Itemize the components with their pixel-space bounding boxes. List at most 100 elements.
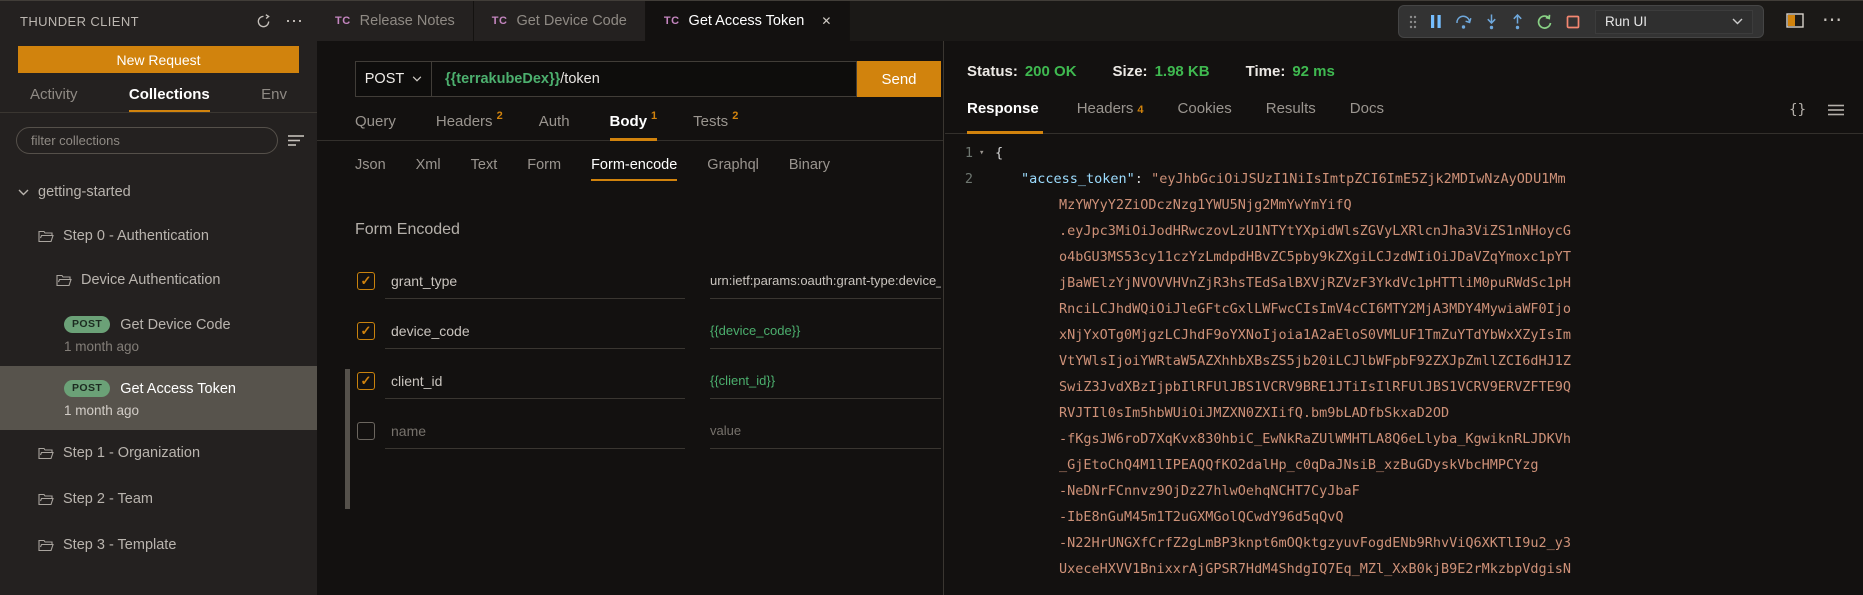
folder-name: Device Authentication [81,272,220,288]
run-configuration-label: Run UI [1605,14,1647,29]
step-out-icon[interactable] [1511,14,1524,30]
method-badge-post: POST [64,380,110,397]
form-field-value-placeholder[interactable]: value [710,413,941,449]
editor-tab-get-access-token[interactable]: TC Get Access Token ✕ [646,1,851,41]
form-field-value[interactable]: {{device_code}} [710,313,941,349]
tab-badge: 2 [497,110,503,122]
form-field-value[interactable]: urn:ietf:params:oauth:grant-type:device_… [710,263,941,299]
request-panel: POST {{terrakubeDex}}/token Send Query H… [317,41,944,595]
token-text: -IbE8nGuM45m1T2uGXMGolQCwdY96d5qQvQ [945,504,1863,530]
form-field-value[interactable]: {{client_id}} [710,363,941,399]
form-field-name[interactable]: device_code [385,313,685,349]
drag-grip-icon[interactable] [1409,15,1417,29]
close-icon[interactable]: ✕ [821,14,831,28]
editor-more-icon[interactable]: ⋯ [1822,10,1842,30]
tree-folder-step1[interactable]: Step 1 - Organization [0,430,317,476]
tree-folder-step2[interactable]: Step 2 - Team [0,476,317,522]
response-body-json[interactable]: 1 ▾ { 2 "access_token": "eyJhbGciOiJSUzI… [945,140,1863,582]
tree-folder-device-auth[interactable]: Device Authentication [0,258,317,302]
token-text: RnciLCJhdWQiOiJleGFtcGxlLWFwcCIsImV4cCI6… [945,296,1863,322]
tree-collection-getting-started[interactable]: getting-started [0,170,317,214]
stop-icon[interactable] [1566,15,1580,29]
step-into-icon[interactable] [1485,14,1498,30]
response-menu-icon[interactable] [1828,104,1845,116]
tree-folder-step3[interactable]: Step 3 - Template [0,522,317,568]
format-json-icon[interactable]: {} [1789,102,1806,118]
tab-collections[interactable]: Collections [129,86,210,112]
body-tab-json[interactable]: Json [355,157,386,181]
request-name: Get Access Token [120,381,236,397]
token-text: -fKgsJW6roD7XqKvx830hbiC_EwNkRaZUlWMHTLA… [945,426,1863,452]
chevron-down-icon [1732,18,1743,25]
folder-name: Step 1 - Organization [63,445,200,461]
tab-docs[interactable]: Docs [1350,92,1384,133]
request-item-get-access-token[interactable]: POST Get Access Token 1 month ago [0,366,317,430]
tab-body[interactable]: Body1 [610,109,658,140]
thunder-client-icon: TC [492,15,508,27]
tab-tests[interactable]: Tests2 [693,109,738,140]
tab-headers[interactable]: Headers2 [436,109,503,140]
tab-activity[interactable]: Activity [30,86,78,112]
tab-response-headers[interactable]: Headers4 [1077,92,1144,133]
folder-icon [56,274,72,287]
size-value: 1.98 KB [1155,63,1210,80]
form-row-client-id: ✓ client_id {{client_id}} [357,363,943,399]
restart-icon[interactable] [1537,14,1553,30]
token-text: UxeceHXVV1BnixxrAjGPSR7HdM4ShdgIQ7Eq_MZl… [945,556,1863,582]
tab-auth[interactable]: Auth [539,109,574,140]
url-input[interactable]: {{terrakubeDex}}/token [432,61,857,97]
form-row-device-code: ✓ device_code {{device_code}} [357,313,943,349]
collection-name: getting-started [38,184,131,200]
tab-env[interactable]: Env [261,86,287,112]
editor-tab-get-device-code[interactable]: TC Get Device Code [474,1,646,41]
request-tabs: Query Headers2 Auth Body1 Tests2 [317,109,943,141]
checkbox-unchecked[interactable] [357,422,375,440]
body-type-tabs: Json Xml Text Form Form-encode Graphql B… [317,157,943,181]
status-value: 200 OK [1025,63,1077,80]
panel-scrollbar[interactable] [345,369,350,509]
body-tab-form[interactable]: Form [527,157,561,181]
form-field-name[interactable]: grant_type [385,263,685,299]
line-number: 1 [945,140,973,166]
editor-tab-release-notes[interactable]: TC Release Notes [317,1,474,41]
body-tab-binary[interactable]: Binary [789,157,830,181]
new-request-button[interactable]: New Request [18,46,299,73]
sidebar: THUNDER CLIENT ⋯ New Request Activity Co… [0,1,317,595]
checkbox-checked[interactable]: ✓ [357,272,375,290]
tab-results[interactable]: Results [1266,92,1316,133]
tab-badge: 1 [651,110,657,122]
request-item-get-device-code[interactable]: POST Get Device Code 1 month ago [0,302,317,366]
sidebar-more-icon[interactable]: ⋯ [285,12,303,30]
form-field-name[interactable]: client_id [385,363,685,399]
folder-name: Step 0 - Authentication [63,228,209,244]
tab-query[interactable]: Query [355,109,400,140]
step-over-icon[interactable] [1455,14,1472,30]
response-status-bar: Status:200 OK Size:1.98 KB Time:92 ms [945,41,1863,80]
method-dropdown[interactable]: POST [355,61,432,97]
editor-tab-label: Get Device Code [516,13,626,29]
send-button[interactable]: Send [857,61,941,97]
refresh-icon[interactable] [256,14,271,29]
tab-response[interactable]: Response [967,92,1043,133]
sidebar-tabs: Activity Collections Env [0,73,317,113]
split-editor-icon[interactable] [1786,13,1804,28]
fold-arrow-icon[interactable]: ▾ [979,140,984,166]
filter-collections-input[interactable] [16,127,278,154]
token-text: MzYWYyY2ZiODczNzg1YWU5Njg2MmYwYmYifQ [945,192,1863,218]
folder-icon [38,230,54,243]
body-tab-text[interactable]: Text [471,157,498,181]
body-tab-form-encode[interactable]: Form-encode [591,157,677,181]
pause-icon[interactable] [1430,14,1442,29]
editor-tab-label: Release Notes [360,13,455,29]
sort-menu-icon[interactable] [288,134,305,147]
token-text: RVJTIl0sIm5hbWUiOiJMZXN0ZXIifQ.bm9bLADfb… [945,400,1863,426]
run-configuration-dropdown[interactable]: Run UI [1595,10,1753,34]
checkbox-checked[interactable]: ✓ [357,322,375,340]
folder-name: Step 3 - Template [63,537,176,553]
body-tab-graphql[interactable]: Graphql [707,157,759,181]
form-field-name-placeholder[interactable]: name [385,413,685,449]
body-tab-xml[interactable]: Xml [416,157,441,181]
tree-folder-step0[interactable]: Step 0 - Authentication [0,214,317,258]
checkbox-checked[interactable]: ✓ [357,372,375,390]
tab-cookies[interactable]: Cookies [1178,92,1232,133]
